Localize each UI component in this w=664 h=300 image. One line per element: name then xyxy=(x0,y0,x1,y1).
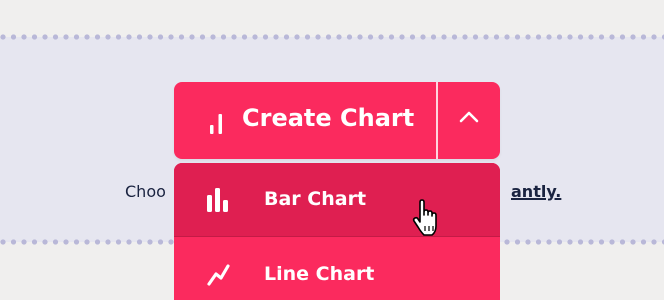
helper-text-left: Choo xyxy=(125,182,166,201)
create-chart-button[interactable]: Create Chart xyxy=(174,82,436,159)
create-chart-split-button: Create Chart xyxy=(174,82,500,159)
bar-chart-icon xyxy=(210,114,223,134)
chart-type-menu: Bar Chart Line Chart xyxy=(174,163,500,300)
line-chart-icon xyxy=(206,263,232,291)
dropdown-toggle-button[interactable] xyxy=(438,82,500,159)
menu-item-label: Bar Chart xyxy=(264,188,367,210)
menu-item-bar-chart[interactable]: Bar Chart xyxy=(174,163,500,237)
menu-item-label: Line Chart xyxy=(264,263,375,285)
chevron-up-icon xyxy=(459,111,479,123)
menu-separator xyxy=(174,236,500,237)
helper-text-link[interactable]: antly. xyxy=(511,182,561,201)
hand-pointer-icon xyxy=(412,199,442,243)
dotted-divider-top xyxy=(0,34,664,40)
create-chart-label: Create Chart xyxy=(242,104,415,132)
bar-chart-icon xyxy=(206,188,232,216)
menu-item-line-chart[interactable]: Line Chart xyxy=(174,238,500,300)
